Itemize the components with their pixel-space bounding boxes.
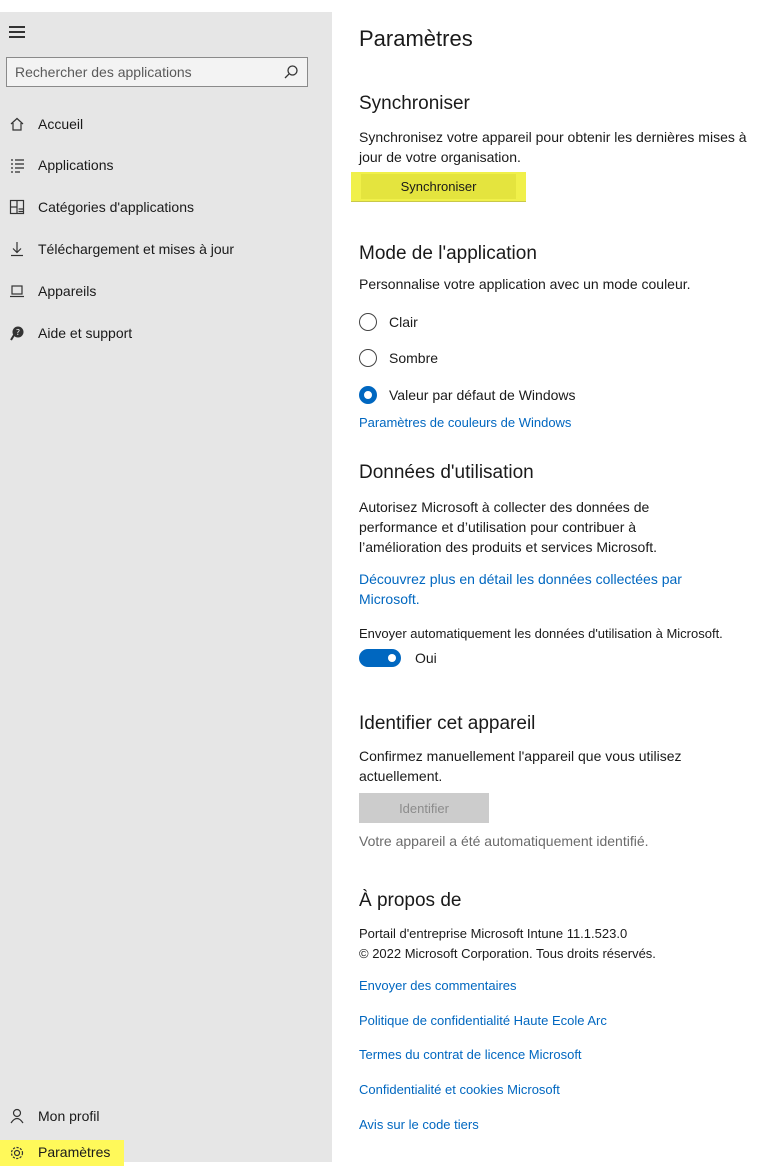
sidebar-item-parametres[interactable]: Paramètres (0, 1140, 124, 1166)
license-terms-link[interactable]: Termes du contrat de licence Microsoft (359, 1047, 582, 1062)
third-party-notice-link[interactable]: Avis sur le code tiers (359, 1117, 479, 1132)
app-mode-description: Personnalise votre application avec un m… (359, 276, 691, 292)
toggle-state-label: Oui (415, 650, 437, 666)
sidebar-item-label: Aide et support (38, 325, 133, 341)
radio-sombre[interactable]: Sombre (359, 347, 438, 369)
sidebar-item-telechargement[interactable]: Téléchargement et mises à jour (0, 231, 332, 267)
list-icon (8, 156, 26, 174)
gear-icon (8, 1144, 26, 1162)
sidebar: Rechercher des applications (0, 12, 332, 1162)
page-title: Paramètres (359, 26, 473, 51)
home-icon (8, 115, 26, 133)
radio-windows-default[interactable]: Valeur par défaut de Windows (359, 384, 576, 406)
identify-description: Confirmez manuellement l'appareil que vo… (359, 748, 682, 784)
sidebar-item-categories[interactable]: Catégories d'applications (0, 189, 332, 225)
categories-icon (8, 198, 26, 216)
section-heading-sync: Synchroniser (359, 93, 470, 114)
radio-label: Sombre (389, 350, 439, 366)
sidebar-item-label: Mon profil (38, 1108, 100, 1124)
sidebar-item-label: Appareils (38, 283, 97, 299)
identify-button[interactable]: Identifier (359, 793, 489, 823)
radio-button[interactable] (359, 313, 377, 331)
sidebar-item-mon-profil[interactable]: Mon profil (0, 1098, 332, 1134)
identify-button-label: Identifier (399, 800, 449, 816)
section-heading-usage: Données d'utilisation (359, 462, 534, 483)
feedback-link[interactable]: Envoyer des commentaires (359, 978, 517, 993)
search-input[interactable]: Rechercher des applications (15, 64, 192, 80)
radio-clair[interactable]: Clair (359, 311, 418, 333)
radio-label: Valeur par défaut de Windows (389, 387, 576, 403)
search-box[interactable]: Rechercher des applications (6, 57, 308, 87)
section-heading-about: À propos de (359, 890, 462, 911)
section-heading-app-mode: Mode de l'application (359, 243, 537, 264)
radio-label: Clair (389, 314, 418, 330)
privacy-policy-link[interactable]: Politique de confidentialité Haute Ecole… (359, 1013, 607, 1028)
about-version: Portail d'entreprise Microsoft Intune 11… (359, 926, 628, 941)
search-icon[interactable] (283, 64, 299, 80)
sidebar-item-applications[interactable]: Applications (0, 147, 332, 183)
sidebar-item-accueil[interactable]: Accueil (0, 106, 332, 142)
sidebar-item-aide[interactable]: ? Aide et support (0, 315, 332, 351)
hamburger-menu-icon[interactable] (9, 26, 25, 40)
sync-button-label: Synchroniser (400, 179, 477, 194)
usage-toggle-row[interactable]: Oui (359, 649, 437, 667)
download-icon (8, 240, 26, 258)
device-icon (8, 282, 26, 300)
sidebar-item-label: Applications (38, 157, 114, 173)
usage-toggle-switch[interactable] (359, 649, 401, 667)
radio-button-checked[interactable] (359, 386, 377, 404)
radio-button[interactable] (359, 349, 377, 367)
person-icon (8, 1107, 26, 1125)
windows-color-settings-link[interactable]: Paramètres de couleurs de Windows (359, 415, 571, 430)
sync-button[interactable]: Synchroniser (351, 172, 526, 202)
usage-details-link[interactable]: Découvrez plus en détail les données col… (359, 569, 739, 609)
sync-description: Synchronisez votre appareil pour obtenir… (359, 129, 747, 165)
sidebar-item-label: Paramètres (38, 1144, 111, 1160)
svg-text:?: ? (16, 328, 20, 337)
sidebar-item-label: Catégories d'applications (38, 199, 194, 215)
usage-toggle-label: Envoyer automatiquement les données d'ut… (359, 626, 723, 641)
sidebar-item-appareils[interactable]: Appareils (0, 273, 332, 309)
usage-description: Autorisez Microsoft à collecter des donn… (359, 499, 658, 555)
privacy-cookies-link[interactable]: Confidentialité et cookies Microsoft (359, 1082, 560, 1097)
identify-status: Votre appareil a été automatiquement ide… (359, 833, 649, 849)
help-icon: ? (8, 324, 26, 342)
about-copyright: © 2022 Microsoft Corporation. Tous droit… (359, 946, 656, 961)
sidebar-item-label: Accueil (38, 116, 84, 132)
sidebar-item-label: Téléchargement et mises à jour (38, 241, 235, 257)
section-heading-identify: Identifier cet appareil (359, 713, 536, 734)
